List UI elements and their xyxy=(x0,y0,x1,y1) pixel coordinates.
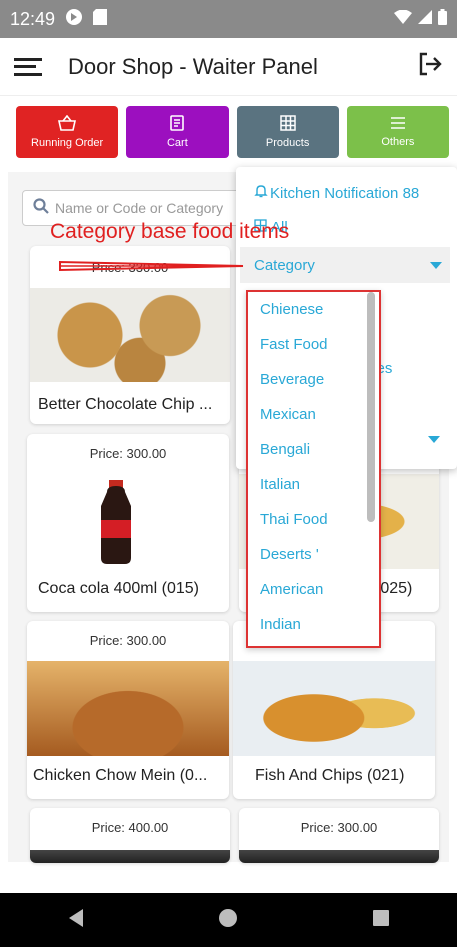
category-option[interactable]: Chienese xyxy=(248,292,379,327)
notification-app-icon xyxy=(65,8,83,31)
sd-card-icon xyxy=(93,8,108,30)
running-order-label: Running Order xyxy=(31,137,104,149)
product-card[interactable]: Price: 300.00 xyxy=(239,808,439,863)
products-label: Products xyxy=(265,137,310,149)
product-price: Price: 400.00 xyxy=(91,820,169,835)
products-button[interactable]: Products xyxy=(236,106,339,158)
product-image xyxy=(30,850,230,863)
others-button[interactable]: Others xyxy=(346,106,449,158)
product-card[interactable]: Price: 300.00 Coca cola 400ml (015) xyxy=(27,434,229,612)
product-name: Better Chocolate Chip ... xyxy=(38,396,213,413)
grid-icon xyxy=(279,115,296,134)
product-name: (025) xyxy=(375,580,413,597)
cart-button[interactable]: Cart xyxy=(126,106,229,158)
back-icon[interactable] xyxy=(67,908,85,933)
bell-icon xyxy=(254,184,268,202)
hamburger-menu-icon[interactable] xyxy=(14,57,42,76)
product-name: Coca cola 400ml (015) xyxy=(38,580,199,597)
product-image xyxy=(27,474,229,569)
status-time: 12:49 xyxy=(10,8,56,29)
home-icon[interactable] xyxy=(218,908,238,933)
product-card[interactable]: Price: 300.00 Chicken Chow Mein (0... xyxy=(27,621,229,799)
menu-icon xyxy=(390,116,406,133)
action-button-row: Running Order Cart Products Others xyxy=(0,96,457,166)
dropdown-arrow-icon[interactable] xyxy=(428,436,440,443)
page-title: Door Shop - Waiter Panel xyxy=(68,53,318,79)
category-label: Category xyxy=(254,256,315,274)
others-label: Others xyxy=(381,136,415,148)
product-image xyxy=(233,661,435,756)
logout-icon[interactable] xyxy=(417,51,443,82)
battery-icon xyxy=(438,8,447,30)
annotation-label: Category base food items xyxy=(50,220,290,243)
product-name: Fish And Chips (021) xyxy=(255,767,405,784)
cart-label: Cart xyxy=(166,137,188,149)
search-icon xyxy=(33,197,49,219)
category-list[interactable]: Chienese Fast Food Beverage Mexican Beng… xyxy=(246,290,381,648)
product-price: Price: 330.00 xyxy=(91,260,169,275)
product-card[interactable]: Price: 400.00 xyxy=(30,808,230,863)
status-bar: 12:49 xyxy=(0,0,457,38)
wifi-icon xyxy=(394,9,412,29)
running-order-button[interactable]: Running Order xyxy=(16,106,119,158)
category-option[interactable]: Indian xyxy=(248,607,379,642)
category-option[interactable]: Mexican xyxy=(248,397,379,432)
kitchen-notification-item[interactable]: Kitchen Notification 88 xyxy=(254,184,419,202)
category-option[interactable]: Fast Food xyxy=(248,327,379,362)
product-card[interactable]: Price: 330.00 Better Chocolate Chip ... xyxy=(30,246,230,424)
product-price: Price: 300.00 xyxy=(300,820,378,835)
category-option[interactable]: Thai Food xyxy=(248,502,379,537)
system-navigation-bar xyxy=(0,893,457,947)
receipt-icon xyxy=(169,115,185,134)
category-option[interactable]: Deserts ' xyxy=(248,537,379,572)
app-header: Door Shop - Waiter Panel xyxy=(0,38,457,96)
category-option[interactable]: Beverage xyxy=(248,362,379,397)
product-image xyxy=(239,850,439,863)
dropdown-arrow-icon xyxy=(430,262,442,269)
product-image xyxy=(30,288,230,382)
search-placeholder: Name or Code or Category xyxy=(55,200,224,216)
basket-icon xyxy=(58,114,77,134)
category-option[interactable]: Italian xyxy=(248,467,379,502)
category-select[interactable]: Category xyxy=(240,247,450,283)
category-option[interactable]: American xyxy=(248,572,379,607)
recents-icon[interactable] xyxy=(372,909,390,932)
product-price: Price: 300.00 xyxy=(89,446,167,461)
category-option[interactable]: Bengali xyxy=(248,432,379,467)
product-price: Price: 300.00 xyxy=(89,633,167,648)
category-scrollbar[interactable] xyxy=(367,292,375,522)
product-image xyxy=(27,661,229,756)
signal-icon xyxy=(418,9,432,29)
product-name: Chicken Chow Mein (0... xyxy=(33,767,208,784)
kitchen-notification-label: Kitchen Notification 88 xyxy=(270,184,420,202)
